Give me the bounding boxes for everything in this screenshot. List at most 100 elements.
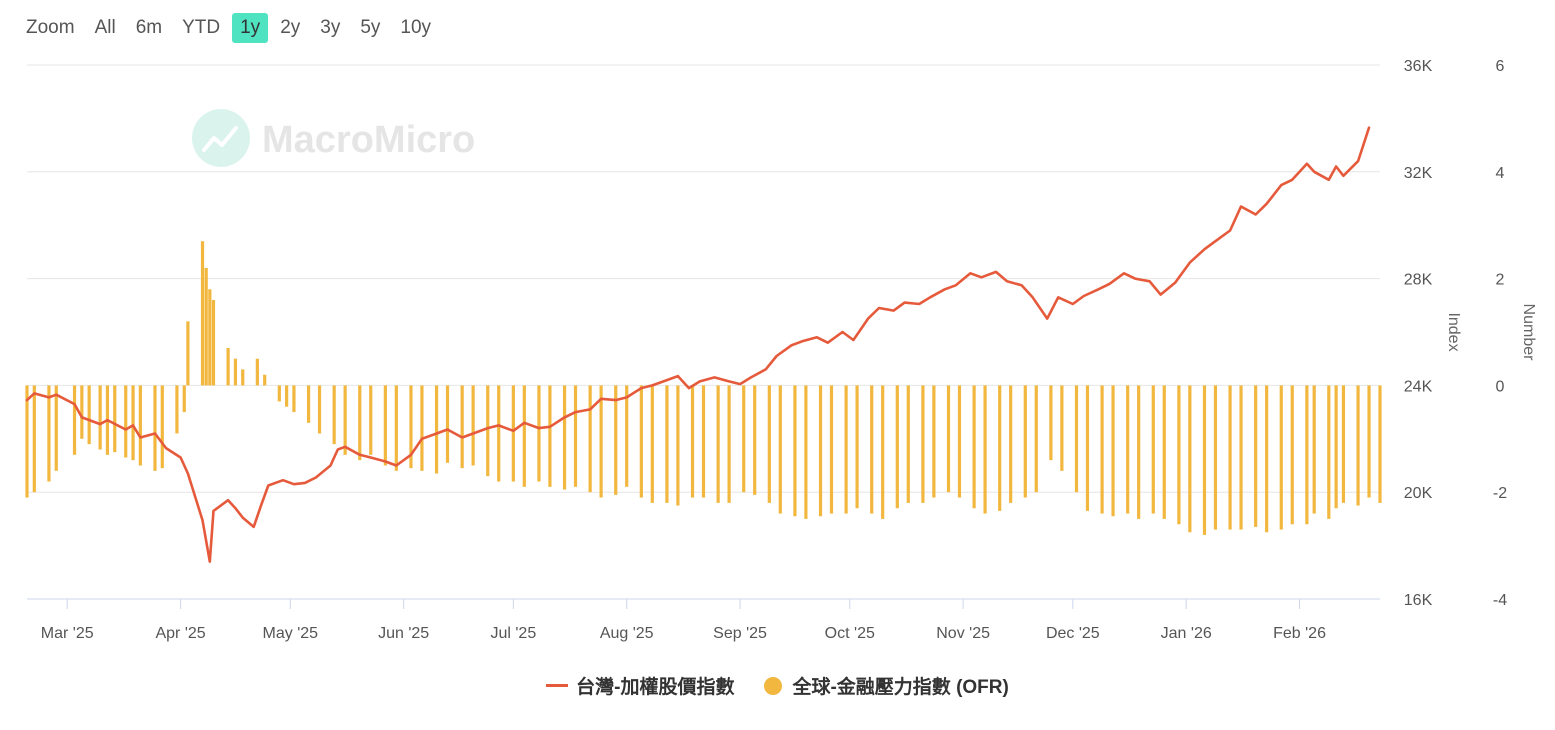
ofr-bar[interactable] (537, 385, 541, 482)
ofr-bar[interactable] (639, 385, 643, 498)
ofr-bar[interactable] (650, 385, 654, 503)
ofr-bar[interactable] (562, 385, 567, 490)
ofr-bar[interactable] (599, 385, 603, 498)
ofr-bar[interactable] (497, 385, 501, 482)
ofr-bar[interactable] (72, 385, 77, 455)
ofr-bar[interactable] (113, 385, 117, 453)
ofr-bar[interactable] (727, 385, 731, 503)
ofr-bar[interactable] (1254, 385, 1258, 527)
ofr-bar[interactable] (742, 385, 746, 493)
ofr-bar[interactable] (32, 385, 36, 493)
ofr-bar[interactable] (47, 385, 51, 482)
ofr-bar[interactable] (1265, 385, 1269, 533)
ofr-bar[interactable] (277, 385, 281, 402)
ofr-bar[interactable] (818, 385, 823, 517)
ofr-bar[interactable] (434, 385, 439, 474)
ofr-bar[interactable] (829, 385, 834, 514)
ofr-bar[interactable] (211, 299, 216, 386)
ofr-bar[interactable] (614, 385, 618, 495)
ofr-bar[interactable] (233, 358, 238, 386)
ofr-bar[interactable] (983, 385, 987, 514)
ofr-bar[interactable] (690, 385, 695, 498)
ofr-bar[interactable] (1111, 385, 1115, 517)
ofr-bar[interactable] (804, 385, 808, 519)
ofr-bar[interactable] (1137, 385, 1141, 519)
ofr-bar[interactable] (1290, 385, 1294, 525)
ofr-bar[interactable] (460, 385, 464, 469)
ofr-bar[interactable] (124, 385, 128, 458)
ofr-bar[interactable] (1202, 385, 1207, 535)
ofr-bar[interactable] (153, 385, 157, 471)
ofr-bar[interactable] (445, 385, 450, 463)
ofr-bar[interactable] (1074, 385, 1079, 493)
ofr-bar[interactable] (778, 385, 782, 514)
ofr-bar[interactable] (241, 369, 245, 386)
ofr-bar[interactable] (175, 385, 179, 434)
ofr-bar[interactable] (972, 385, 976, 509)
ofr-bar[interactable] (1023, 385, 1027, 498)
ofr-bar[interactable] (1177, 385, 1181, 525)
ofr-bar[interactable] (1151, 385, 1155, 514)
ofr-bar[interactable] (957, 385, 962, 498)
ofr-bar[interactable] (1126, 385, 1130, 514)
ofr-bar[interactable] (292, 385, 296, 413)
ofr-bar[interactable] (1060, 385, 1064, 471)
ofr-bar[interactable] (844, 385, 848, 514)
ofr-bar[interactable] (588, 385, 592, 493)
ofr-bar[interactable] (25, 385, 29, 498)
ofr-bar[interactable] (1188, 385, 1192, 533)
ofr-bar[interactable] (383, 385, 387, 466)
ofr-bar[interactable] (208, 289, 212, 386)
ofr-bar[interactable] (1378, 385, 1382, 503)
ofr-bar[interactable] (200, 241, 205, 386)
ofr-bar[interactable] (1312, 385, 1316, 514)
ofr-bar[interactable] (285, 385, 289, 407)
ofr-bar[interactable] (881, 385, 885, 519)
ofr-bar[interactable] (1034, 385, 1038, 493)
ofr-bar[interactable] (767, 385, 771, 503)
ofr-bar[interactable] (343, 385, 347, 455)
ofr-bar[interactable] (625, 385, 629, 487)
ofr-bar[interactable] (1213, 385, 1218, 530)
ofr-bar[interactable] (573, 385, 578, 487)
ofr-bar[interactable] (1085, 385, 1090, 511)
ofr-bar[interactable] (946, 385, 951, 493)
ofr-bar[interactable] (80, 385, 84, 439)
ofr-bar[interactable] (226, 348, 230, 386)
ofr-bar[interactable] (204, 267, 208, 386)
ofr-bar[interactable] (182, 385, 186, 413)
legend-item-index[interactable]: 台灣-加權股價指數 (546, 672, 734, 699)
ofr-bar[interactable] (906, 385, 910, 503)
ofr-bar[interactable] (1009, 385, 1013, 503)
ofr-bar[interactable] (1356, 385, 1360, 506)
ofr-bar[interactable] (998, 385, 1002, 511)
ofr-bar[interactable] (486, 385, 490, 477)
ofr-bar[interactable] (1341, 385, 1346, 503)
ofr-bar[interactable] (932, 385, 936, 498)
ofr-bar[interactable] (676, 385, 680, 506)
ofr-bar[interactable] (701, 385, 706, 498)
chart-area[interactable]: MacroMicro 16K -4 20K -2 24K 0 28K 2 32K 4 36K 6 Ind… (0, 0, 1555, 665)
ofr-bar[interactable] (665, 385, 669, 503)
ofr-bar[interactable] (1367, 385, 1371, 498)
ofr-bar[interactable] (306, 385, 311, 423)
ofr-bar[interactable] (1239, 385, 1243, 530)
ofr-bar[interactable] (921, 385, 925, 503)
index-line[interactable] (25, 126, 1371, 563)
ofr-bar[interactable] (511, 385, 515, 482)
ofr-bar[interactable] (471, 385, 475, 466)
ofr-bar[interactable] (358, 385, 362, 461)
ofr-bar[interactable] (54, 385, 58, 471)
legend-item-ofr[interactable]: 全球-金融壓力指數 (OFR) (764, 672, 1009, 699)
ofr-bar[interactable] (98, 385, 102, 450)
ofr-bar[interactable] (369, 385, 373, 455)
ofr-bar[interactable] (793, 385, 797, 517)
ofr-bar[interactable] (160, 385, 164, 469)
ofr-bar[interactable] (1162, 385, 1166, 519)
ofr-bar[interactable] (1305, 385, 1309, 525)
ofr-bar[interactable] (394, 385, 398, 471)
ofr-bar[interactable] (1327, 385, 1331, 519)
ofr-bar[interactable] (131, 385, 135, 461)
ofr-bar[interactable] (855, 385, 859, 509)
ofr-bar[interactable] (87, 385, 91, 445)
